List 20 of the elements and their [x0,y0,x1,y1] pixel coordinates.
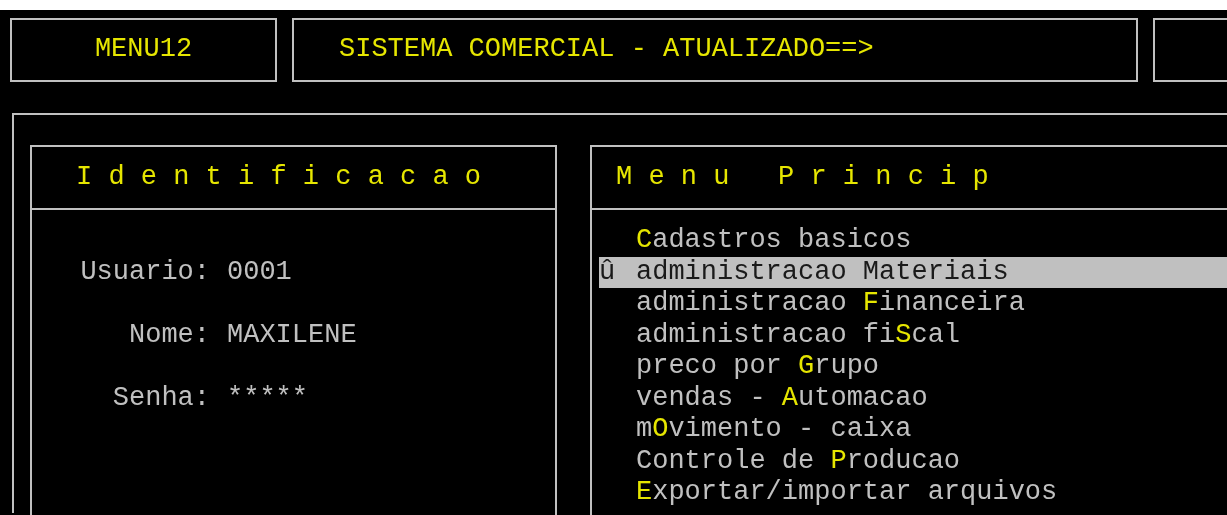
menu-item[interactable]: Controle de Producao [636,445,961,477]
menu-item[interactable]: preco por Grupo [636,351,880,383]
menu-item[interactable]: administracao Financeira [636,288,1025,320]
panel-title: I d e n t i f i c a c a o [76,161,482,194]
field-value: ***** [227,382,308,414]
field-label: Usuario: [79,256,210,288]
program-name-box: MENU12 [10,18,277,82]
field-value: 0001 [227,256,292,288]
menu-item[interactable]: vendas - Automacao [636,382,928,414]
menu-item[interactable]: administracao fiScal [636,319,961,351]
field-value: MAXILENE [227,319,357,351]
cursor-marker: û [599,256,616,287]
menu-item[interactable]: Exportar/importar arquivos [636,477,1058,509]
system-title-box: SISTEMA COMERCIAL - ATUALIZADO==> [292,18,1138,82]
menu-item[interactable]: Cadastros basicos [636,225,912,257]
field-label: Senha: [111,382,210,414]
menu-item[interactable]: mOvimento - caixa [636,414,912,446]
field-label: Nome: [128,319,210,351]
menu-item[interactable]: administracao Materiais [636,256,1009,288]
panel-title: M e n u P r i n c i p [616,161,989,194]
